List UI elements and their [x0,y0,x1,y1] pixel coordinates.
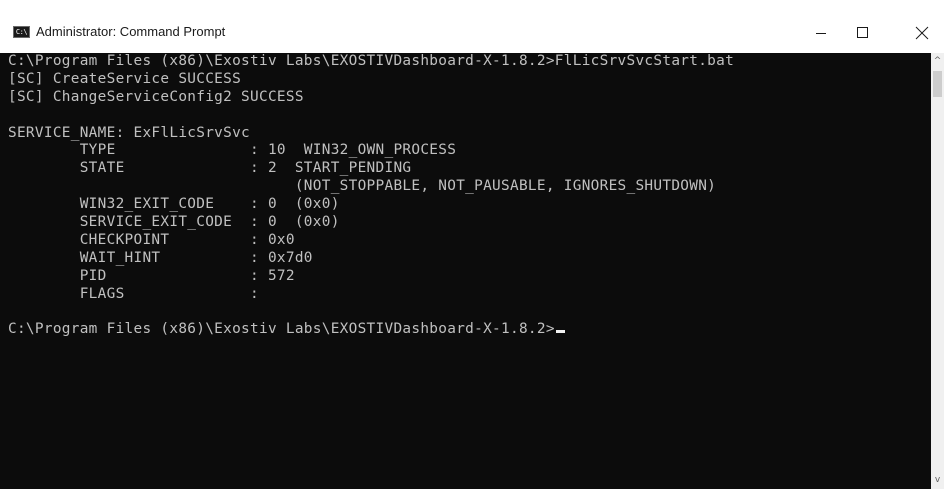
console-output[interactable]: C:\Program Files (x86)\Exostiv Labs\EXOS… [0,53,931,489]
console-line: SERVICE_EXIT_CODE : 0 (0x0) [8,214,340,231]
close-button[interactable] [898,16,944,53]
text-cursor [555,330,565,334]
scroll-thumb[interactable] [933,71,942,97]
console-line: WAIT_HINT : 0x7d0 [8,249,313,266]
console-line: C:\Program Files (x86)\Exostiv Labs\EXOS… [8,53,735,69]
console-line: TYPE : 10 WIN32_OWN_PROCESS [8,142,457,159]
command-prompt-window: C:\ Administrator: Command Prompt C:\Pro… [0,0,944,489]
maximize-button[interactable] [844,16,890,53]
console-line: SERVICE_NAME: ExFlLicSrvSvc [8,124,251,141]
console-line: STATE : 2 START_PENDING [8,160,412,177]
console-line: (NOT_STOPPABLE, NOT_PAUSABLE, IGNORES_SH… [8,178,717,195]
console-line: WIN32_EXIT_CODE : 0 (0x0) [8,196,340,213]
vertical-scrollbar[interactable]: ^ v [931,53,944,489]
close-icon [915,26,929,40]
minimize-button[interactable] [798,16,844,53]
console-line: FLAGS : [8,285,259,302]
minimize-icon [816,33,826,34]
console-line: CHECKPOINT : 0x0 [8,231,295,248]
cmd-icon[interactable]: C:\ [13,26,30,38]
title-bar[interactable]: C:\ Administrator: Command Prompt [0,0,944,53]
console-line: PID : 572 [8,267,295,284]
window-title: Administrator: Command Prompt [36,24,226,39]
console-line: [SC] ChangeServiceConfig2 SUCCESS [8,88,304,105]
maximize-icon [857,27,868,38]
console-line: [SC] CreateService SUCCESS [8,70,242,87]
scroll-down-arrow-icon[interactable]: v [931,472,944,489]
scroll-up-arrow-icon[interactable]: ^ [931,53,944,70]
console-text: C:\Program Files (x86)\Exostiv Labs\EXOS… [8,53,734,339]
console-line: C:\Program Files (x86)\Exostiv Labs\EXOS… [8,321,734,339]
